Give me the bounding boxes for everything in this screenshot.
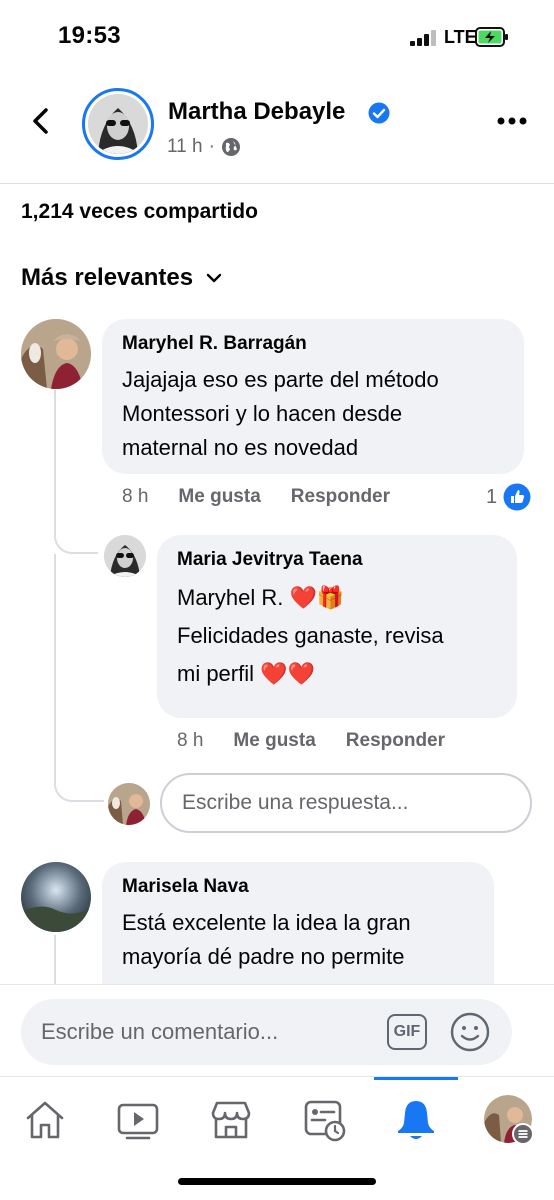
post-header: Martha Debayle 11 h · [0,70,554,184]
more-options-icon[interactable] [496,116,528,126]
comment-time: 8 h [122,486,149,507]
status-time: 19:53 [58,22,121,49]
woman-with-horse-icon [21,319,91,389]
profile-menu-icon[interactable] [484,1095,534,1145]
commenter-avatar[interactable] [21,319,91,389]
reply-input[interactable]: Escribe una respuesta... [160,773,532,833]
comment-time: 8 h [177,730,204,751]
verified-badge-icon [368,102,390,124]
comment-author[interactable]: Maryhel R. Barragán [122,333,504,355]
comment-composer-bar: Escribe un comentario... GIF [0,984,554,1076]
gif-button[interactable]: GIF [387,1014,427,1050]
chevron-down-icon [206,273,222,283]
news-icon[interactable] [301,1097,347,1143]
commenter-avatar[interactable] [104,535,146,577]
my-avatar [108,783,150,825]
comment-actions: 8 h Me gusta Responder [122,486,390,508]
post-time: 11 h · [167,136,241,158]
menu-icon [512,1123,534,1145]
battery-icon [475,27,508,47]
post-time-value: 11 h [167,136,203,157]
thread-connector [54,520,98,554]
emoji-icon[interactable] [449,1011,491,1053]
reply-button[interactable]: Responder [346,730,445,752]
reaction-count: 1 [486,485,498,508]
shares-count[interactable]: 1,214 veces compartido [21,200,258,224]
comment-text-line: Jajajaja eso es parte del método [122,367,439,392]
comment-author[interactable]: Maria Jevitrya Taena [177,549,497,571]
comment-text-line: maternal no es novedad [122,435,359,460]
public-globe-icon [221,138,240,156]
woman-portrait-icon [88,94,148,154]
like-button[interactable]: Me gusta [233,730,315,752]
status-bar: 19:53 LTE [0,0,554,70]
comment-text-line: mayoría dé padre no permite [122,944,405,969]
comment-actions: 8 h Me gusta Responder [177,730,445,752]
landscape-photo-icon [21,862,91,932]
comment-text-line: Está excelente la idea la gran [122,910,411,935]
home-icon[interactable] [22,1097,68,1143]
marketplace-icon[interactable] [208,1097,254,1143]
video-icon[interactable] [115,1097,161,1143]
comment-text-line: Maryhel R. ❤️🎁 [177,585,345,610]
sort-selector[interactable]: Más relevantes [21,264,223,292]
comment-text-line: mi perfil ❤️❤️ [177,661,315,686]
home-indicator[interactable] [178,1178,376,1185]
thread-line [54,935,56,985]
signal-icon [410,30,440,46]
like-button[interactable]: Me gusta [178,486,260,508]
active-tab-indicator [374,1077,458,1080]
sort-label: Más relevantes [21,264,194,291]
comment-text-line: Felicidades ganaste, revisa [177,623,444,648]
comment-text-line: Montessori y lo hacen desde [122,401,403,426]
comment-input[interactable]: Escribe un comentario... GIF [21,999,512,1065]
network-label: LTE [444,27,477,47]
thread-connector [54,770,104,802]
reply-bubble[interactable]: Maria Jevitrya Taena Maryhel R. ❤️🎁 Feli… [157,535,517,718]
reply-button[interactable]: Responder [291,486,390,508]
profile-avatar[interactable] [82,88,154,160]
comment-bubble[interactable]: Maryhel R. Barragán Jajajaja eso es part… [102,319,524,474]
woman-with-horse-icon [108,783,150,825]
author-name[interactable]: Martha Debayle [168,98,345,126]
back-icon[interactable] [26,106,56,136]
commenter-avatar[interactable] [21,862,91,932]
like-reaction-icon [503,483,531,511]
notifications-icon[interactable] [393,1097,439,1143]
thread-line [54,554,56,784]
woman-portrait-icon [104,535,146,577]
reaction-summary[interactable]: 1 [486,483,531,511]
thread-line [54,390,56,530]
comment-placeholder: Escribe un comentario... [41,1019,279,1044]
comment-author[interactable]: Marisela Nava [122,876,474,898]
post-time-separator: · [208,136,215,157]
